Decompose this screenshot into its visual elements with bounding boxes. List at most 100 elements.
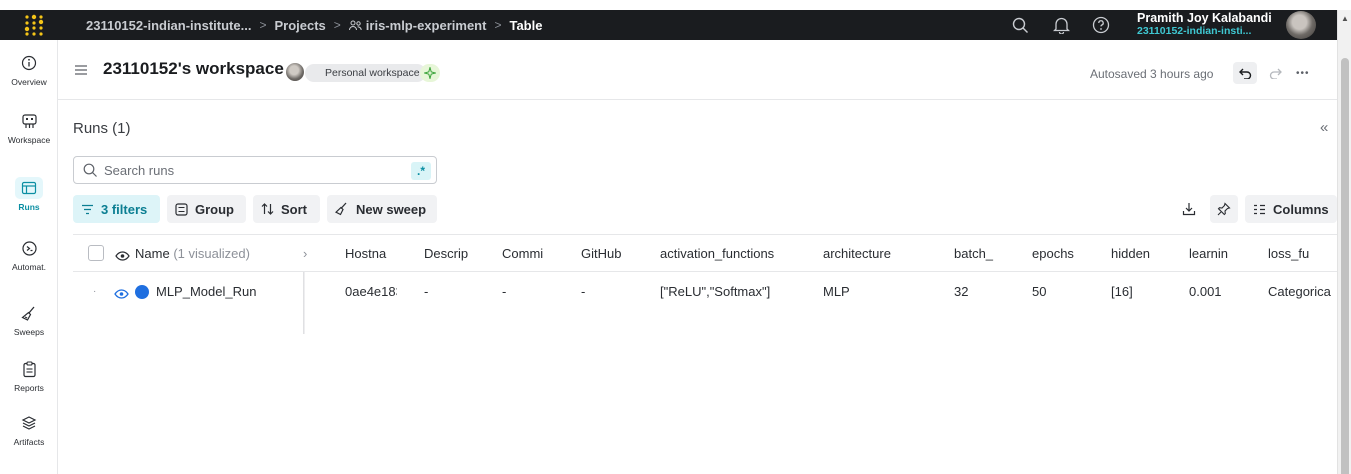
- search-icon: [83, 163, 98, 183]
- run-name[interactable]: MLP_Model_Run: [156, 284, 256, 299]
- nav-label: Artifacts: [13, 437, 45, 447]
- breadcrumb-project-label: iris-mlp-experiment: [365, 17, 487, 33]
- left-nav: Overview Workspace Runs Automat. Sweeps: [0, 40, 58, 474]
- cell-epochs: 50: [1032, 284, 1047, 299]
- eye-icon[interactable]: [115, 248, 130, 266]
- workspace-avatar: [286, 63, 304, 81]
- breadcrumb-project[interactable]: iris-mlp-experiment: [348, 17, 487, 33]
- name-header-label: Name: [135, 246, 170, 261]
- pin-columns-button[interactable]: [1210, 195, 1238, 223]
- run-color-dot[interactable]: [135, 285, 149, 299]
- autosave-status: Autosaved 3 hours ago: [1090, 67, 1214, 81]
- user-org: 23110152-indian-insti...: [1137, 25, 1252, 37]
- visualized-count: (1 visualized): [173, 246, 250, 261]
- columns-button[interactable]: Columns: [1245, 195, 1337, 223]
- table-header: Name (1 visualized) › Hostna Descrip Com…: [73, 234, 1337, 272]
- table-row[interactable]: · MLP_Model_Run 0ae4e183( - - - ["ReLU",…: [73, 272, 1337, 312]
- column-header-epochs[interactable]: epochs: [1032, 246, 1075, 261]
- help-icon[interactable]: [1092, 10, 1110, 40]
- column-resize-handle[interactable]: ›: [303, 246, 307, 261]
- filters-button[interactable]: 3 filters: [73, 195, 160, 223]
- workspace-badge[interactable]: Personal workspace: [305, 64, 426, 82]
- column-header-batch-size[interactable]: batch_: [954, 246, 998, 261]
- runs-icon: [15, 177, 43, 199]
- cell-architecture: MLP: [823, 284, 850, 299]
- download-button[interactable]: [1175, 195, 1203, 223]
- regex-toggle[interactable]: .*: [411, 162, 431, 180]
- cell-batch-size: 32: [954, 284, 969, 299]
- app-root: 23110152-indian-institute... > Projects …: [0, 0, 1351, 474]
- name-column-header[interactable]: Name (1 visualized): [135, 246, 250, 261]
- people-icon: [348, 20, 362, 30]
- more-options-icon[interactable]: •••: [1296, 68, 1310, 79]
- cell-github: -: [581, 284, 586, 299]
- new-sweep-button[interactable]: New sweep: [327, 195, 437, 223]
- cell-learning-rate: 0.001: [1189, 284, 1222, 299]
- breadcrumb-projects[interactable]: Projects: [274, 18, 325, 33]
- cell-hostname: 0ae4e183(: [345, 284, 397, 299]
- undo-icon[interactable]: [1233, 62, 1257, 84]
- nav-artifacts[interactable]: Artifacts: [0, 412, 58, 447]
- sweeps-icon: [15, 302, 43, 324]
- row-drag-handle-icon[interactable]: ·: [93, 286, 96, 297]
- redo-icon[interactable]: [1263, 62, 1287, 84]
- nav-overview[interactable]: Overview: [0, 52, 58, 87]
- search-placeholder: Search runs: [104, 163, 175, 178]
- eye-icon[interactable]: [114, 286, 129, 304]
- user-name: Pramith Joy Kalabandi: [1137, 11, 1272, 25]
- column-header-architecture[interactable]: architecture: [823, 246, 913, 261]
- nav-runs[interactable]: Runs: [0, 177, 58, 212]
- sparkle-icon[interactable]: [420, 64, 440, 82]
- nav-workspace[interactable]: Workspace: [0, 110, 58, 145]
- cell-activation-functions: ["ReLU","Softmax"]: [660, 284, 771, 299]
- user-avatar[interactable]: [1286, 11, 1316, 39]
- breadcrumb-separator-icon: >: [259, 18, 267, 32]
- bell-icon[interactable]: [1053, 10, 1070, 40]
- info-icon: [15, 52, 43, 74]
- cell-loss-function: Categorica: [1268, 284, 1331, 299]
- breadcrumb-separator-icon: >: [494, 18, 502, 32]
- nav-label: Sweeps: [13, 327, 45, 337]
- column-header-hostname[interactable]: Hostna: [345, 246, 397, 261]
- column-header-learning-rate[interactable]: learnin: [1189, 246, 1233, 261]
- collapse-panel-icon[interactable]: «: [1320, 119, 1328, 136]
- cell-hidden: [16]: [1111, 284, 1133, 299]
- column-header-description[interactable]: Descrip: [424, 246, 469, 261]
- nav-reports[interactable]: Reports: [0, 358, 58, 393]
- column-header-commit[interactable]: Commi: [502, 246, 544, 261]
- name-column-divider: [303, 272, 305, 334]
- group-button[interactable]: Group: [167, 195, 246, 223]
- workspace-header: 23110152's workspace Personal workspace …: [58, 40, 1337, 100]
- group-icon: [175, 202, 188, 216]
- nav-automations[interactable]: Automat.: [0, 237, 58, 272]
- columns-label: Columns: [1273, 201, 1329, 217]
- breadcrumb-org[interactable]: 23110152-indian-institute...: [86, 18, 251, 33]
- column-header-activation-functions[interactable]: activation_functions: [660, 246, 800, 261]
- scrollbar-thumb[interactable]: [1341, 58, 1349, 474]
- wandb-logo-icon[interactable]: [14, 11, 54, 39]
- nav-label: Overview: [11, 77, 47, 87]
- sweeps-icon: [335, 202, 347, 216]
- nav-label: Runs: [18, 202, 40, 212]
- column-header-github[interactable]: GitHub: [581, 246, 629, 261]
- sort-icon: [261, 203, 274, 215]
- page-scrollbar[interactable]: ▲: [1337, 10, 1351, 474]
- search-icon[interactable]: [1012, 10, 1029, 40]
- runs-title: Runs (1): [73, 120, 131, 137]
- column-header-hidden[interactable]: hidden: [1111, 246, 1159, 261]
- search-runs-input[interactable]: Search runs .*: [73, 156, 437, 184]
- workspace-title: 23110152's workspace: [103, 59, 284, 78]
- nav-sweeps[interactable]: Sweeps: [0, 302, 58, 337]
- user-menu[interactable]: Pramith Joy Kalabandi 23110152-indian-in…: [1137, 12, 1277, 38]
- new-sweep-label: New sweep: [356, 201, 427, 217]
- menu-icon[interactable]: [74, 63, 88, 81]
- automation-icon: [15, 237, 43, 259]
- sort-button[interactable]: Sort: [253, 195, 320, 223]
- nav-label: Workspace: [7, 135, 51, 145]
- columns-icon: [1254, 204, 1265, 214]
- column-header-loss-function[interactable]: loss_fu: [1268, 246, 1313, 261]
- select-all-checkbox[interactable]: [88, 245, 104, 261]
- nav-label: Reports: [14, 383, 44, 393]
- cell-description: -: [424, 284, 429, 299]
- scroll-up-icon[interactable]: ▲: [1341, 14, 1349, 23]
